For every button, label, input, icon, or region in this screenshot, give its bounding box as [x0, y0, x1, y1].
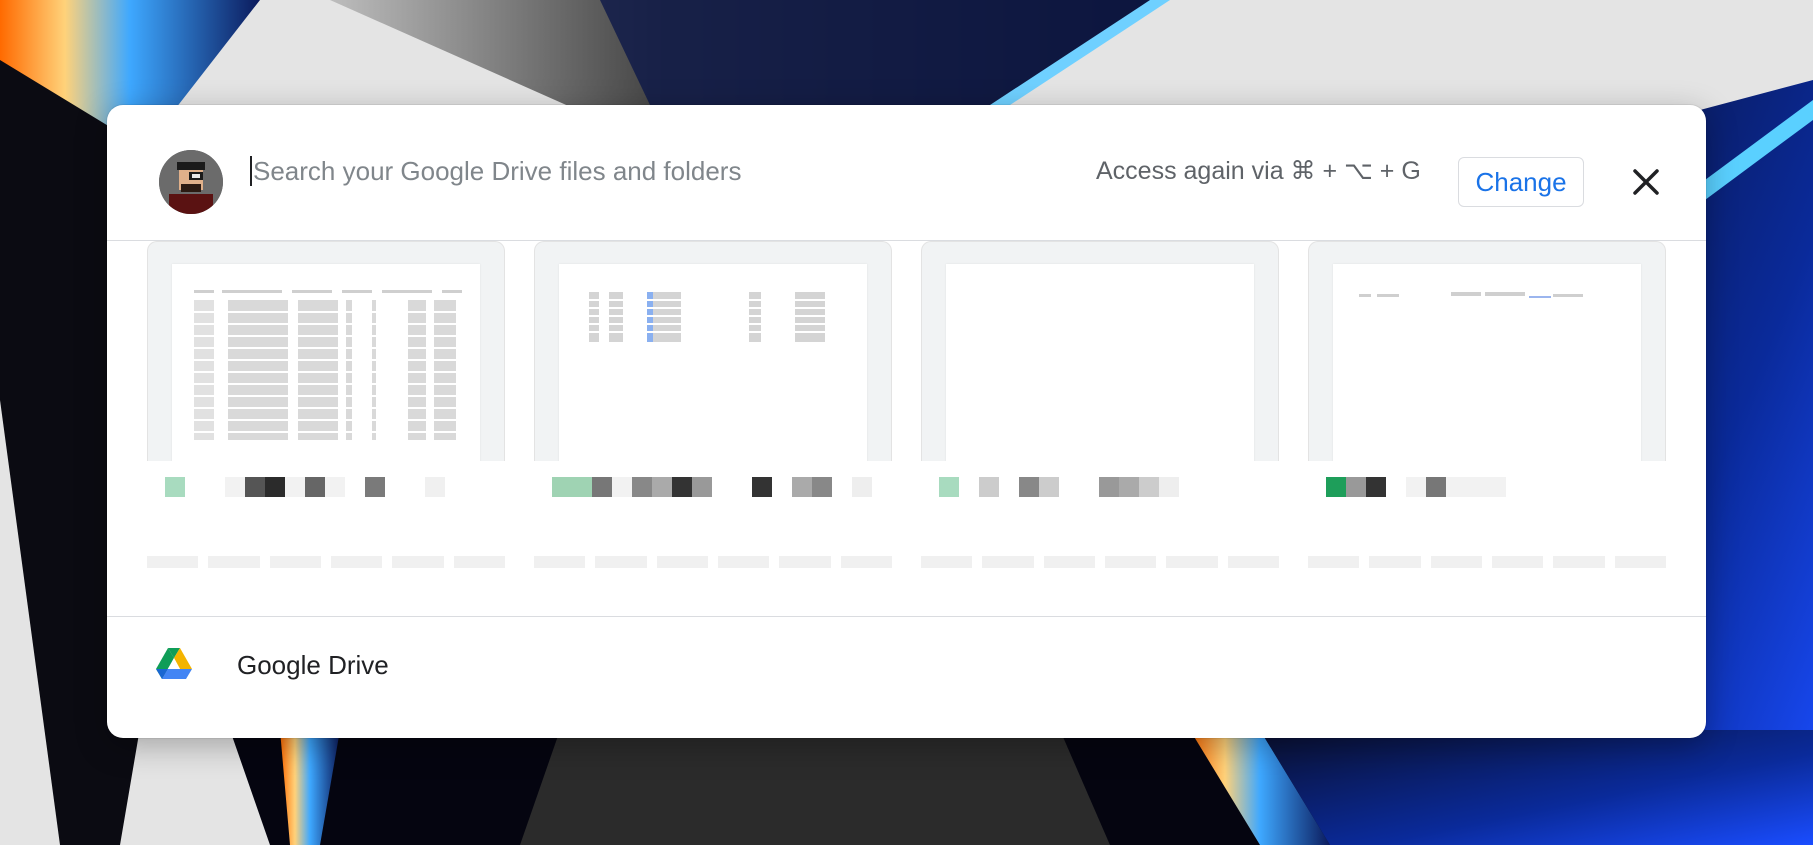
file-title: [552, 477, 872, 497]
redacted-title-pixel: [752, 477, 772, 497]
search-field[interactable]: [250, 151, 900, 191]
file-meta: [921, 556, 1279, 568]
google-drive-icon: [156, 648, 192, 679]
redacted-title-pixel: [1406, 477, 1426, 497]
file-title: [1326, 477, 1506, 497]
redacted-title-pixel: [265, 477, 285, 497]
spreadsheet-thumbnail-icon: [559, 292, 867, 342]
file-card[interactable]: [921, 241, 1279, 601]
redacted-title-pixel: [165, 477, 185, 497]
file-meta: [534, 556, 892, 568]
redacted-title-pixel: [1466, 477, 1486, 497]
redacted-title-pixel: [225, 477, 245, 497]
blank-document-icon: [946, 264, 1254, 461]
redacted-title-pixel: [979, 477, 999, 497]
redacted-title-pixel: [572, 477, 592, 497]
redacted-title-pixel: [652, 477, 672, 497]
change-shortcut-button[interactable]: Change: [1458, 157, 1584, 207]
file-thumbnail: [534, 241, 892, 461]
redacted-title-pixel: [1159, 477, 1179, 497]
redacted-title-pixel: [285, 477, 305, 497]
redacted-title-pixel: [405, 477, 425, 497]
redacted-title-pixel: [772, 477, 792, 497]
google-drive-label[interactable]: Google Drive: [237, 647, 389, 683]
redacted-title-pixel: [1446, 477, 1466, 497]
redacted-title-pixel: [205, 477, 225, 497]
user-avatar-icon[interactable]: [159, 150, 223, 214]
redacted-title-pixel: [612, 477, 632, 497]
redacted-title-pixel: [325, 477, 345, 497]
file-card[interactable]: [534, 241, 892, 601]
redacted-title-pixel: [1366, 477, 1386, 497]
file-meta: [147, 556, 505, 568]
file-thumbnail: [147, 241, 505, 461]
file-card[interactable]: [1308, 241, 1666, 601]
redacted-title-pixel: [832, 477, 852, 497]
redacted-title-pixel: [1139, 477, 1159, 497]
file-thumbnail: [1308, 241, 1666, 461]
redacted-title-pixel: [1059, 477, 1079, 497]
redacted-title-pixel: [1119, 477, 1139, 497]
redacted-title-pixel: [245, 477, 265, 497]
access-shortcut-hint: Access again via ⌘ + ⌥ + G: [1096, 157, 1421, 185]
file-thumbnail: [921, 241, 1279, 461]
redacted-title-pixel: [672, 477, 692, 497]
redacted-title-pixel: [959, 477, 979, 497]
text-caret: [250, 156, 252, 186]
redacted-title-pixel: [592, 477, 612, 497]
spreadsheet-thumbnail-icon: [172, 290, 480, 440]
redacted-title-pixel: [1326, 477, 1346, 497]
close-icon[interactable]: [1623, 159, 1669, 205]
redacted-title-pixel: [1346, 477, 1366, 497]
file-meta: [1308, 556, 1666, 568]
redacted-title-pixel: [792, 477, 812, 497]
file-title: [939, 477, 1179, 497]
redacted-title-pixel: [1486, 477, 1506, 497]
drive-search-palette: Access again via ⌘ + ⌥ + G Change: [107, 105, 1706, 738]
redacted-title-pixel: [732, 477, 752, 497]
redacted-title-pixel: [1386, 477, 1406, 497]
palette-header: Access again via ⌘ + ⌥ + G Change: [107, 105, 1706, 241]
search-input[interactable]: [253, 155, 873, 187]
palette-footer: Google Drive: [107, 617, 1706, 738]
redacted-title-pixel: [939, 477, 959, 497]
redacted-title-pixel: [712, 477, 732, 497]
redacted-title-pixel: [185, 477, 205, 497]
redacted-title-pixel: [632, 477, 652, 497]
redacted-title-pixel: [425, 477, 445, 497]
redacted-title-pixel: [1039, 477, 1059, 497]
redacted-title-pixel: [999, 477, 1019, 497]
redacted-title-pixel: [1019, 477, 1039, 497]
redacted-title-pixel: [1426, 477, 1446, 497]
redacted-title-pixel: [1079, 477, 1099, 497]
redacted-title-pixel: [552, 477, 572, 497]
redacted-title-pixel: [345, 477, 365, 497]
document-thumbnail-icon: [1359, 292, 1583, 298]
redacted-title-pixel: [305, 477, 325, 497]
redacted-title-pixel: [692, 477, 712, 497]
redacted-title-pixel: [852, 477, 872, 497]
file-card[interactable]: [147, 241, 505, 601]
redacted-title-pixel: [365, 477, 385, 497]
redacted-title-pixel: [385, 477, 405, 497]
file-title: [165, 477, 445, 497]
redacted-title-pixel: [812, 477, 832, 497]
redacted-title-pixel: [1099, 477, 1119, 497]
